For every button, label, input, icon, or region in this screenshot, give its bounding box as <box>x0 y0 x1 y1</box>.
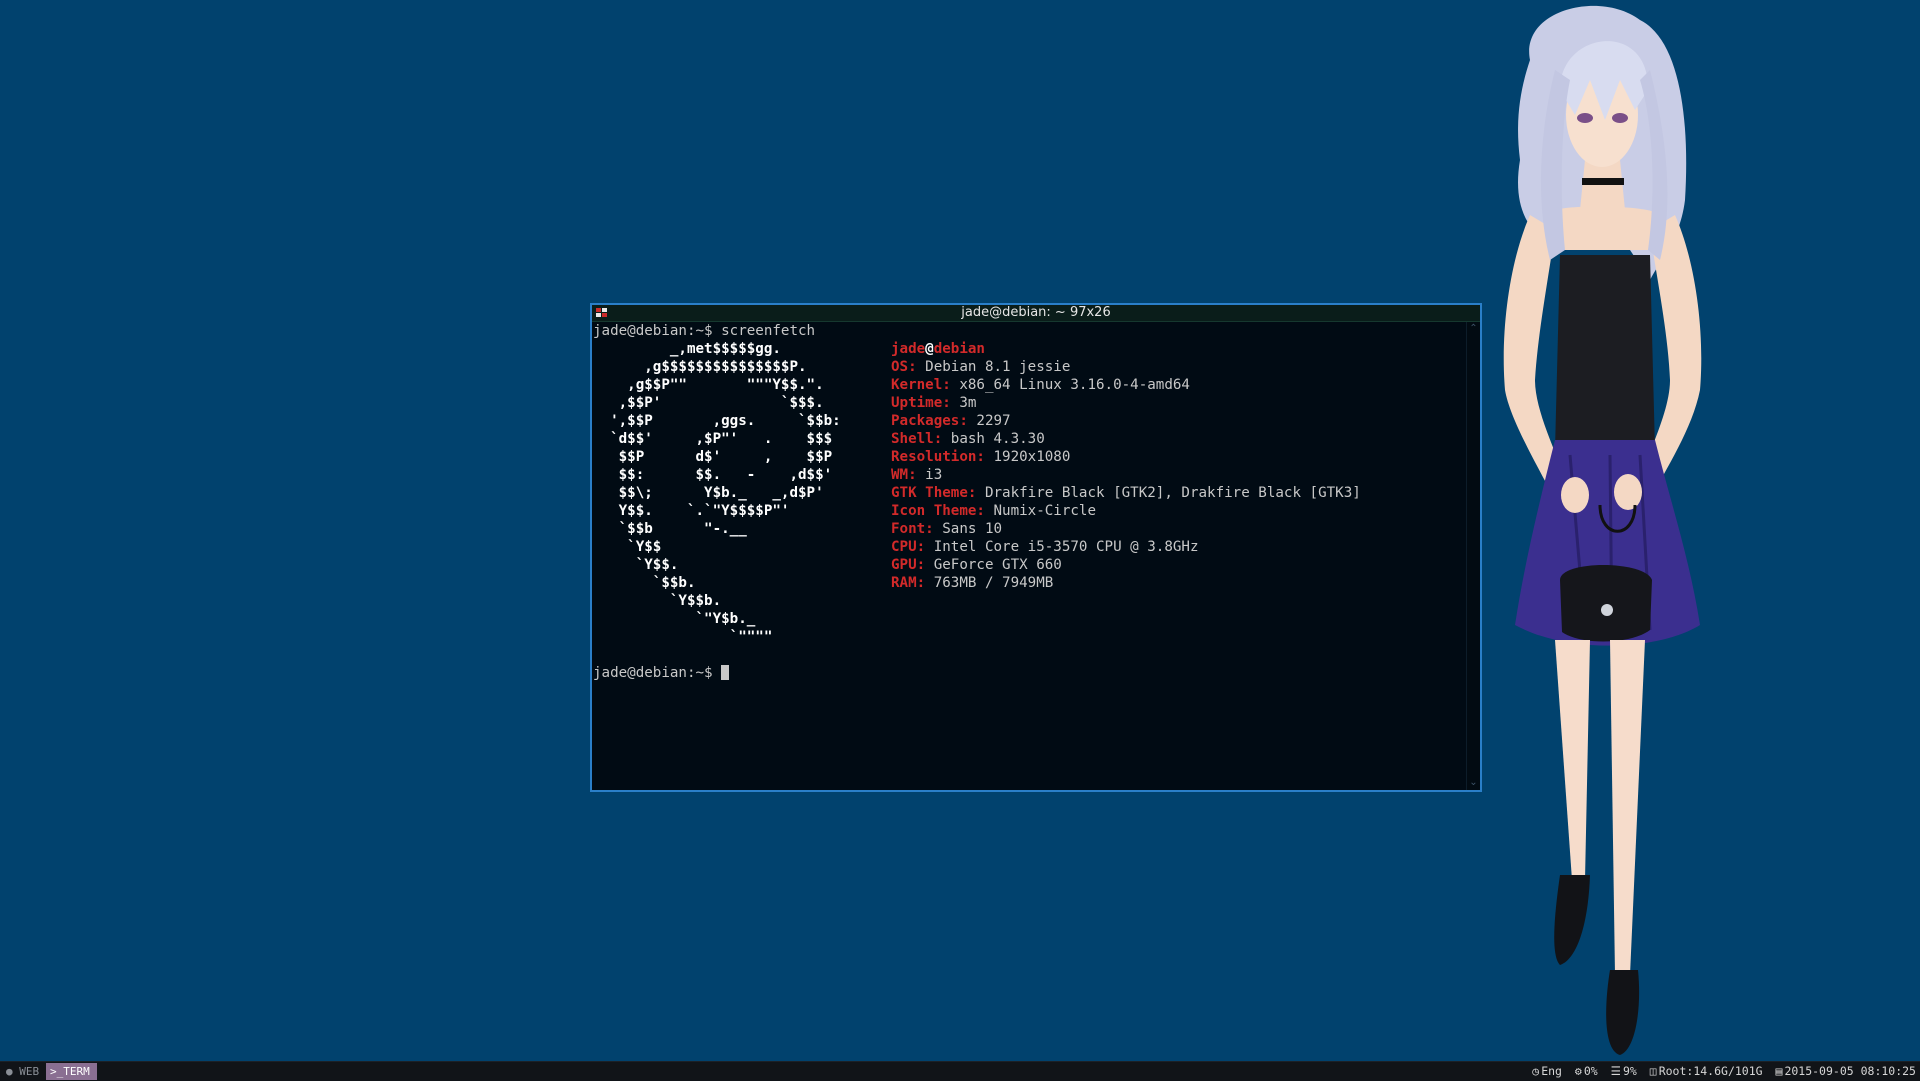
terminal-title: jade@debian: ~ 97x26 <box>961 305 1111 320</box>
info-row: Kernel: x86_64 Linux 3.16.0-4-amd64 <box>891 376 1190 394</box>
info-value: Numix-Circle <box>993 503 1097 519</box>
info-label: Font: <box>891 521 934 537</box>
logo-line: ,$$P' `$$$. <box>593 395 824 411</box>
info-value: GeForce GTX 660 <box>933 557 1062 573</box>
info-label: Icon Theme: <box>891 503 985 519</box>
info-value: Intel Core i5-3570 CPU @ 3.8GHz <box>933 539 1199 555</box>
keyboard-layout: ◷ Eng <box>1532 1062 1562 1081</box>
info-label: OS: <box>891 359 917 375</box>
info-label: Shell: <box>891 431 943 447</box>
info-row: Uptime: 3m <box>891 394 976 412</box>
globe-icon: ● <box>6 1065 13 1078</box>
workspace-label: WEB <box>19 1065 40 1078</box>
command-line: jade@debian:~$ screenfetch <box>593 322 815 340</box>
logo-line: `$$b. <box>593 575 696 591</box>
terminal-output[interactable]: jade@debian:~$ screenfetch _,met$$$$$gg.… <box>592 322 1467 790</box>
logo-line: `d$$' ,$P"' . $$$ <box>593 431 833 447</box>
user-name: jade <box>891 341 926 357</box>
info-row: GTK Theme: Drakfire Black [GTK2], Drakfi… <box>891 484 1361 502</box>
disk-usage: ◫ Root:14.6G/101G <box>1650 1062 1763 1081</box>
info-row: WM: i3 <box>891 466 942 484</box>
logo-line: `Y$$b. <box>593 593 722 609</box>
info-row: Font: Sans 10 <box>891 520 1002 538</box>
info-label: GPU: <box>891 557 926 573</box>
info-value: Drakfire Black [GTK2], Drakfire Black [G… <box>984 485 1361 501</box>
terminal-app-icon <box>596 308 607 317</box>
info-value: 1920x1080 <box>993 449 1071 465</box>
info-value: 3m <box>959 395 977 411</box>
prompt: jade@debian:~$ <box>593 665 722 681</box>
info-value: Sans 10 <box>942 521 1003 537</box>
disk-icon: ◫ <box>1649 1064 1657 1078</box>
logo-line: `Y$$ <box>593 539 662 555</box>
info-label: CPU: <box>891 539 926 555</box>
info-label: Resolution: <box>891 449 985 465</box>
cpu-icon: ⚙ <box>1574 1064 1582 1078</box>
logo-line: $$: $$. - ,d$$' <box>593 467 833 483</box>
prompt: jade@debian:~$ <box>593 323 722 339</box>
desktop: jade@debian: ~ 97x26 jade@debian:~$ scre… <box>0 0 1920 1061</box>
info-label: GTK Theme: <box>891 485 977 501</box>
active-prompt-line[interactable]: jade@debian:~$ <box>593 664 730 682</box>
logo-line: `$$b "-.__ <box>593 521 747 537</box>
info-value: bash 4.3.30 <box>950 431 1045 447</box>
text-cursor <box>721 665 730 680</box>
logo-line: `"Y$b._ <box>593 611 756 627</box>
info-label: Packages: <box>891 413 968 429</box>
workspace-label: >_TERM <box>50 1065 90 1078</box>
wallpaper-character <box>1503 5 1702 1055</box>
terminal-window[interactable]: jade@debian: ~ 97x26 jade@debian:~$ scre… <box>590 303 1482 792</box>
logo-line: ',$$P ,ggs. `$$b: <box>593 413 841 429</box>
info-row: Resolution: 1920x1080 <box>891 448 1070 466</box>
info-label: Kernel: <box>891 377 951 393</box>
info-label: Uptime: <box>891 395 951 411</box>
logo-line: Y$$. `.`"Y$$$$P"' <box>593 503 790 519</box>
info-value: i3 <box>925 467 943 483</box>
user-host-line: jade@debian <box>891 340 985 358</box>
status-blocks: ◷ Eng ⚙ 0% ☰ 9% ◫ Root:14.6G/101G ▤ 2015-09-0… <box>1526 1062 1916 1081</box>
command-text: screenfetch <box>721 323 816 339</box>
info-row: Packages: 2297 <box>891 412 1011 430</box>
memory-icon: ☰ <box>1610 1064 1621 1078</box>
memory-usage: ☰ 9% <box>1611 1062 1637 1081</box>
logo-line: ,g$$$$$$$$$$$$$$$P. <box>593 359 807 375</box>
logo-line: ,g$$P"" """Y$$.". <box>593 377 824 393</box>
logo-line: $$P d$' , $$P <box>593 449 833 465</box>
terminal-titlebar[interactable]: jade@debian: ~ 97x26 <box>592 305 1480 322</box>
info-row: CPU: Intel Core i5-3570 CPU @ 3.8GHz <box>891 538 1199 556</box>
info-value: x86_64 Linux 3.16.0-4-amd64 <box>959 377 1190 393</box>
info-row: Icon Theme: Numix-Circle <box>891 502 1096 520</box>
info-value: Debian 8.1 jessie <box>925 359 1071 375</box>
logo-line: _,met$$$$$gg. <box>593 341 781 357</box>
scroll-down-arrow-icon[interactable]: ⌄ <box>1467 778 1480 788</box>
clock-icon: ◷ <box>1532 1064 1540 1078</box>
status-bar: ● WEB >_TERM ◷ Eng ⚙ 0% ☰ 9% ◫ Root:14.6G/10… <box>0 1061 1920 1081</box>
info-row: OS: Debian 8.1 jessie <box>891 358 1070 376</box>
info-value: 763MB / 7949MB <box>933 575 1054 591</box>
calendar-icon: ▤ <box>1775 1064 1783 1078</box>
logo-line: $$\; Y$b._ _,d$P' <box>593 485 824 501</box>
info-row: RAM: 763MB / 7949MB <box>891 574 1053 592</box>
cpu-usage: ⚙ 0% <box>1575 1062 1598 1081</box>
info-value: 2297 <box>976 413 1011 429</box>
info-row: GPU: GeForce GTX 660 <box>891 556 1062 574</box>
at-sign: @ <box>925 341 934 357</box>
info-label: WM: <box>891 467 917 483</box>
info-label: RAM: <box>891 575 926 591</box>
logo-line: `Y$$. <box>593 557 679 573</box>
terminal-scrollbar[interactable]: ⌃ ⌄ <box>1466 322 1480 790</box>
workspace-web[interactable]: ● WEB <box>2 1063 44 1080</box>
logo-line: `"""" <box>593 629 773 645</box>
scroll-up-arrow-icon[interactable]: ⌃ <box>1467 324 1480 334</box>
info-row: Shell: bash 4.3.30 <box>891 430 1045 448</box>
date-time: ▤ 2015-09-05 08:10:25 <box>1776 1062 1917 1081</box>
workspace-term[interactable]: >_TERM <box>46 1063 97 1080</box>
host-name: debian <box>933 341 985 357</box>
